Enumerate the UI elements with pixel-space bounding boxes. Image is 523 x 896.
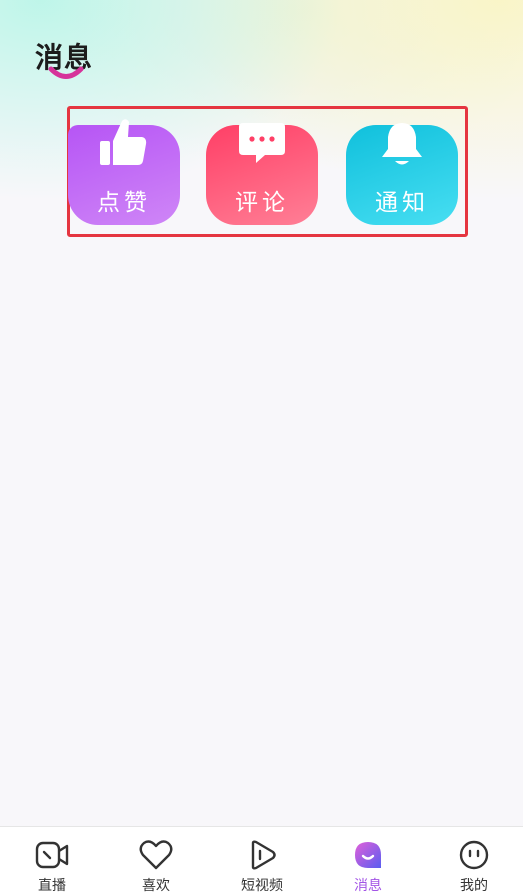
tab-messages[interactable]: 消息: [318, 827, 418, 896]
heart-icon: [139, 840, 173, 870]
tab-favorites[interactable]: 喜欢: [106, 827, 206, 896]
tab-profile[interactable]: 我的: [424, 827, 523, 896]
bottom-tab-bar: 直播 喜欢 短视频 消息 我的: [0, 826, 523, 896]
notifications-label: 通知: [375, 190, 429, 216]
likes-label: 点赞: [97, 190, 151, 216]
tab-favorites-label: 喜欢: [142, 878, 170, 894]
play-icon: [251, 840, 276, 870]
tab-live-label: 直播: [38, 878, 66, 894]
smile-decoration-icon: [48, 66, 84, 79]
thumbs-up-icon: [100, 119, 147, 165]
face-icon: [459, 840, 489, 870]
tab-short-video[interactable]: 短视频: [212, 827, 312, 896]
comments-button[interactable]: 评论: [206, 123, 318, 225]
chat-bubble-icon: [239, 123, 285, 163]
bell-icon: [382, 123, 422, 165]
notifications-button[interactable]: 通知: [346, 123, 458, 225]
live-icon: [35, 841, 69, 869]
comments-label: 评论: [235, 190, 289, 216]
likes-button[interactable]: 点赞: [68, 119, 180, 225]
tab-profile-label: 我的: [460, 878, 488, 894]
tab-messages-label: 消息: [354, 878, 382, 894]
message-icon: [355, 842, 381, 868]
tab-live[interactable]: 直播: [2, 827, 102, 896]
tab-short-video-label: 短视频: [241, 878, 283, 894]
